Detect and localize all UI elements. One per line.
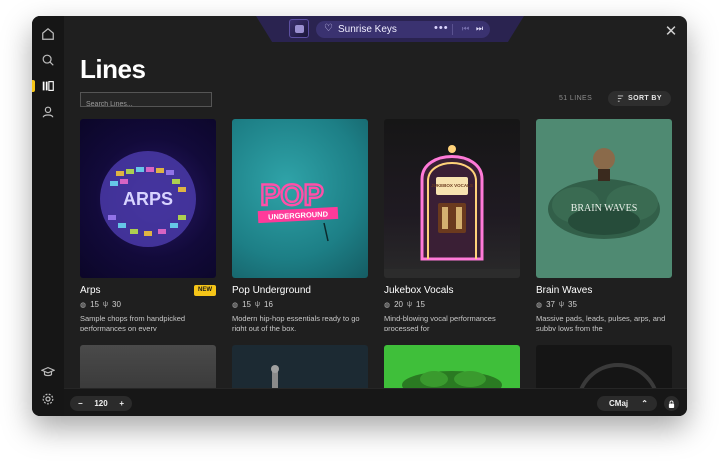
sort-icon <box>617 95 624 102</box>
card-artwork[interactable] <box>536 345 672 391</box>
card-artwork[interactable] <box>232 345 368 391</box>
user-icon[interactable] <box>39 103 57 121</box>
lock-icon <box>668 400 675 408</box>
new-badge: NEW <box>194 285 216 296</box>
card-stats: ◍ 15 ψ 30 <box>80 300 121 309</box>
card-artwork[interactable]: ARPS <box>80 119 216 278</box>
stat-value: 35 <box>568 300 577 309</box>
learn-icon[interactable] <box>39 363 57 381</box>
sidebar <box>32 16 64 416</box>
active-indicator <box>32 80 35 92</box>
bottom-bar: − 120 + CMaj ⌃ <box>64 388 687 416</box>
card-artwork[interactable]: JUKEBOX VOCALS <box>384 119 520 278</box>
stat-value: 15 <box>416 300 425 309</box>
tempo-stepper[interactable]: − 120 + <box>70 396 132 411</box>
track-title: Sunrise Keys <box>338 24 397 35</box>
packs-icon: ◍ <box>384 301 391 309</box>
card-artwork[interactable]: BRAIN WAVES <box>536 119 672 278</box>
tempo-value: 120 <box>94 399 108 408</box>
key-selector[interactable]: CMaj ⌃ <box>597 396 657 411</box>
tempo-increase-button[interactable]: + <box>119 399 124 408</box>
now-playing-bar: ♡ Sunrise Keys ••• ⏮ ⏭ <box>256 16 524 42</box>
art-text: POP <box>260 179 323 212</box>
card-description: Modern hip-hop essentials ready to go ri… <box>232 314 360 331</box>
sort-button[interactable]: SORT BY <box>608 91 671 106</box>
samples-icon: ψ <box>103 301 109 308</box>
packs-icon: ◍ <box>80 301 87 309</box>
card-artwork[interactable]: POP UNDERGROUND <box>232 119 368 278</box>
stat-value: 15 <box>90 300 100 309</box>
stat-value: 16 <box>264 300 273 309</box>
chevron-up-icon: ⌃ <box>641 399 648 408</box>
stat-value: 37 <box>546 300 556 309</box>
tempo-decrease-button[interactable]: − <box>78 399 83 408</box>
search-input[interactable] <box>81 98 211 111</box>
heart-icon[interactable]: ♡ <box>324 23 333 34</box>
card-description: Massive pads, leads, pulses, arps, and s… <box>536 314 666 331</box>
samples-icon: ψ <box>559 301 565 308</box>
samples-icon: ψ <box>407 301 413 308</box>
now-playing-pill[interactable]: ♡ Sunrise Keys ••• ⏮ ⏭ <box>316 21 490 38</box>
card-stats: ◍ 15 ψ 16 <box>232 300 273 309</box>
card-stats: ◍ 20 ψ 15 <box>384 300 425 309</box>
card-stats: ◍ 37 ψ 35 <box>536 300 577 309</box>
search-icon[interactable] <box>39 51 57 69</box>
card-title[interactable]: Jukebox Vocals <box>384 285 454 296</box>
lock-button[interactable] <box>664 396 679 411</box>
next-icon[interactable]: ⏭ <box>476 24 483 34</box>
card-title[interactable]: Brain Waves <box>536 285 592 296</box>
library-icon[interactable] <box>39 77 57 95</box>
art-text: BRAIN WAVES <box>571 203 638 214</box>
sort-label: SORT BY <box>628 95 662 102</box>
close-icon[interactable]: ✕ <box>664 24 678 39</box>
card-description: Mind-blowing vocal performances processe… <box>384 314 496 331</box>
art-text: ARPS <box>123 189 173 209</box>
divider <box>452 24 453 35</box>
home-icon[interactable] <box>39 25 57 43</box>
page-title: Lines <box>80 54 146 84</box>
packs-icon: ◍ <box>536 301 543 309</box>
app-window: ♡ Sunrise Keys ••• ⏮ ⏭ ✕ Lines 51 LINES … <box>32 16 687 416</box>
stat-value: 20 <box>394 300 404 309</box>
more-icon[interactable]: ••• <box>434 22 449 34</box>
card-artwork[interactable] <box>384 345 520 391</box>
card-title[interactable]: Pop Underground <box>232 285 311 296</box>
stat-value: 15 <box>242 300 252 309</box>
album-thumbnail[interactable] <box>289 19 309 38</box>
previous-icon[interactable]: ⏮ <box>462 24 469 34</box>
search-field[interactable] <box>80 92 212 111</box>
settings-icon[interactable] <box>39 390 57 408</box>
packs-icon: ◍ <box>232 301 239 309</box>
card-description: Sample chops from handpicked performance… <box>80 314 186 331</box>
card-title[interactable]: Arps <box>80 285 101 296</box>
lines-count: 51 LINES <box>559 95 593 102</box>
art-text: JUKEBOX VOCALS <box>431 183 473 188</box>
samples-icon: ψ <box>255 301 261 308</box>
key-value: CMaj <box>609 399 629 408</box>
card-artwork[interactable] <box>80 345 216 391</box>
stat-value: 30 <box>112 300 121 309</box>
